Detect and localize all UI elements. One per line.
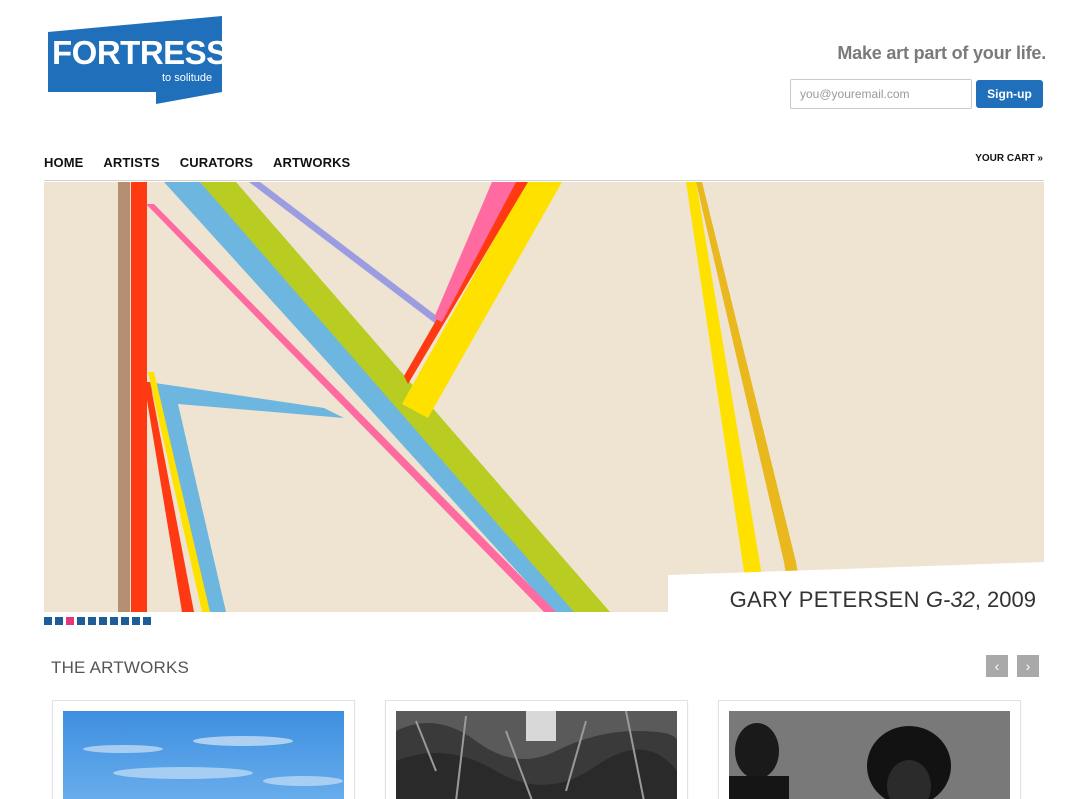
signup-button[interactable]: Sign-up bbox=[976, 80, 1043, 108]
nav-artworks[interactable]: ARTWORKS bbox=[273, 155, 350, 170]
artwork-thumbnail-sky[interactable] bbox=[63, 711, 344, 799]
artworks-heading: THE ARTWORKS bbox=[51, 658, 190, 677]
prev-arrow-icon[interactable]: ‹ bbox=[986, 655, 1008, 677]
pager-dot[interactable] bbox=[77, 617, 85, 625]
next-arrow-icon[interactable]: › bbox=[1017, 655, 1039, 677]
pager-dot-active[interactable] bbox=[66, 617, 74, 625]
hero-artist-name[interactable]: GARY PETERSEN bbox=[730, 587, 920, 612]
your-cart-link[interactable]: YOUR CART » bbox=[975, 153, 1043, 164]
pager-dot[interactable] bbox=[55, 617, 63, 625]
hero-artwork-title[interactable]: G-32 bbox=[926, 587, 975, 612]
pager-dot[interactable] bbox=[132, 617, 140, 625]
pager-dot[interactable] bbox=[121, 617, 129, 625]
pager-dot[interactable] bbox=[110, 617, 118, 625]
artwork-card[interactable] bbox=[385, 700, 688, 799]
pager-dot[interactable] bbox=[143, 617, 151, 625]
hero-caption: GARY PETERSEN G-32, 2009 bbox=[730, 587, 1036, 612]
hero-artwork-year: , 2009 bbox=[974, 587, 1036, 612]
site-tagline: Make art part of your life. bbox=[837, 43, 1046, 63]
pager-dot[interactable] bbox=[88, 617, 96, 625]
nav-divider bbox=[44, 180, 1044, 181]
slideshow-pager bbox=[44, 617, 151, 625]
pager-dot[interactable] bbox=[44, 617, 52, 625]
artwork-card[interactable] bbox=[52, 700, 355, 799]
artwork-thumbnail-portrait[interactable] bbox=[729, 711, 1010, 799]
email-signup-input[interactable] bbox=[790, 79, 972, 109]
pager-dot[interactable] bbox=[99, 617, 107, 625]
nav-curators[interactable]: CURATORS bbox=[180, 155, 253, 170]
logo-subtitle: to solitude bbox=[162, 72, 213, 84]
nav-home[interactable]: HOME bbox=[44, 155, 83, 170]
hero-slideshow[interactable]: GARY PETERSEN G-32, 2009 bbox=[44, 182, 1044, 612]
nav-artists[interactable]: ARTISTS bbox=[103, 155, 159, 170]
logo-wordmark: FORTRESS bbox=[52, 34, 228, 71]
artwork-card[interactable] bbox=[718, 700, 1021, 799]
hero-artwork-image bbox=[44, 182, 1044, 612]
artwork-thumbnail-foliage[interactable] bbox=[396, 711, 677, 799]
main-nav: HOME ARTISTS CURATORS ARTWORKS bbox=[44, 155, 370, 170]
site-logo[interactable]: FORTRESS to solitude bbox=[46, 16, 228, 106]
